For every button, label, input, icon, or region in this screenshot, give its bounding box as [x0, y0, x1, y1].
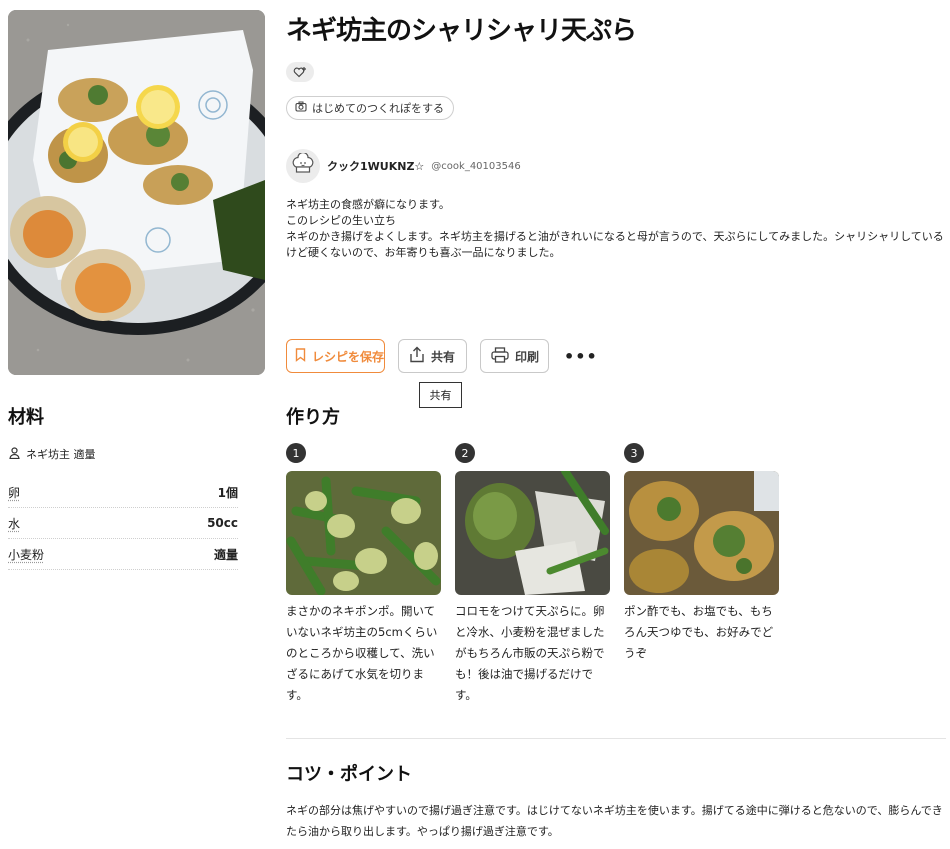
recipe-description: ネギ坊主の食感が癖になります。 このレシピの生い立ち ネギのかき揚げをよくします… [286, 197, 946, 261]
camera-icon [295, 101, 307, 115]
author-name[interactable]: クック1WUKNZ☆ [327, 158, 424, 174]
section-divider [286, 738, 946, 739]
save-recipe-label: レシピを保存 [312, 349, 385, 364]
description-line: ネギのかき揚げをよくします。ネギ坊主を揚げると油がきれいになると母が言うので、天… [286, 230, 944, 259]
tips-heading: コツ・ポイント [286, 764, 412, 785]
ingredients-list: 卵 1個 水 50cc 小麦粉 適量 [8, 477, 238, 570]
step-text: ポン酢でも、お塩でも、もちろん天つゆでも、お好みでどうぞ [624, 604, 774, 660]
more-options-button[interactable]: ••• [564, 347, 598, 366]
step-number: 2 [455, 443, 475, 463]
step-item: 1 まさかのネキポンポ。開いていないネギ坊主の5cmくらいのところから収穫して、… [286, 443, 442, 706]
ingredient-row: 小麦粉 適量 [8, 539, 238, 570]
author-handle: @cook_40103546 [431, 160, 521, 172]
step-item: 3 ポン酢でも、お塩でも、もちろん天つゆでも、お好みでどうぞ [624, 443, 780, 664]
step-item: 2 コロモをつけて天ぷらに。卵と冷水、小麦粉を混ぜましたがもちろん市販の天ぷら粉… [455, 443, 611, 706]
favorite-button[interactable] [286, 62, 314, 82]
steps-heading: 作り方 [286, 407, 340, 428]
step-number: 3 [624, 443, 644, 463]
ingredient-name[interactable]: 小麦粉 [8, 546, 44, 563]
person-icon [9, 446, 20, 462]
share-tooltip: 共有 [419, 382, 462, 408]
recipe-main-photo [8, 10, 265, 375]
ingredient-quantity: 50cc [207, 516, 238, 530]
servings-label: ネギ坊主 適量 [26, 448, 96, 461]
ingredient-row: 卵 1個 [8, 477, 238, 508]
share-label: 共有 [431, 349, 456, 364]
step-photo[interactable] [455, 471, 610, 595]
step-number: 1 [286, 443, 306, 463]
description-line: ネギ坊主の食感が癖になります。 [286, 198, 450, 211]
share-icon [409, 346, 425, 366]
ingredient-quantity: 適量 [213, 547, 238, 562]
chef-hat-icon [291, 151, 315, 179]
bookmark-icon [295, 347, 306, 365]
ingredients-heading: 材料 [8, 407, 44, 428]
tips-text: ネギの部分は焦げやすいので揚げ過ぎ注意です。はじけてないネギ坊主を使います。揚げ… [286, 804, 943, 838]
ingredient-row: 水 50cc [8, 508, 238, 539]
heart-plus-icon [293, 63, 307, 82]
ingredient-name[interactable]: 水 [8, 515, 20, 532]
recipe-title: ネギ坊主のシャリシャリ天ぷら [286, 16, 637, 46]
share-button[interactable]: 共有 [398, 339, 467, 373]
author-info[interactable]: クック1WUKNZ☆ @cook_40103546 [286, 149, 521, 183]
printer-icon [491, 346, 509, 366]
description-line: このレシピの生い立ち [286, 214, 396, 227]
ingredient-name[interactable]: 卵 [8, 484, 20, 501]
first-tsukurepo-button[interactable]: はじめてのつくれぽをする [286, 96, 454, 120]
ingredient-quantity: 1個 [217, 485, 238, 500]
print-button[interactable]: 印刷 [480, 339, 549, 373]
save-recipe-button[interactable]: レシピを保存 [286, 339, 385, 373]
tsukurepo-label: はじめてのつくれぽをする [312, 102, 444, 115]
avatar[interactable] [286, 149, 320, 183]
servings: ネギ坊主 適量 [9, 446, 96, 462]
step-text: まさかのネキポンポ。開いていないネギ坊主の5cmくらいのところから収穫して、洗い… [286, 604, 438, 702]
recipe-actions: レシピを保存 共有 印刷 ••• [286, 339, 598, 373]
step-photo[interactable] [624, 471, 779, 595]
print-label: 印刷 [515, 349, 540, 364]
step-photo[interactable] [286, 471, 441, 595]
step-text: コロモをつけて天ぷらに。卵と冷水、小麦粉を混ぜましたがもちろん市販の天ぷら粉でも… [455, 604, 605, 702]
